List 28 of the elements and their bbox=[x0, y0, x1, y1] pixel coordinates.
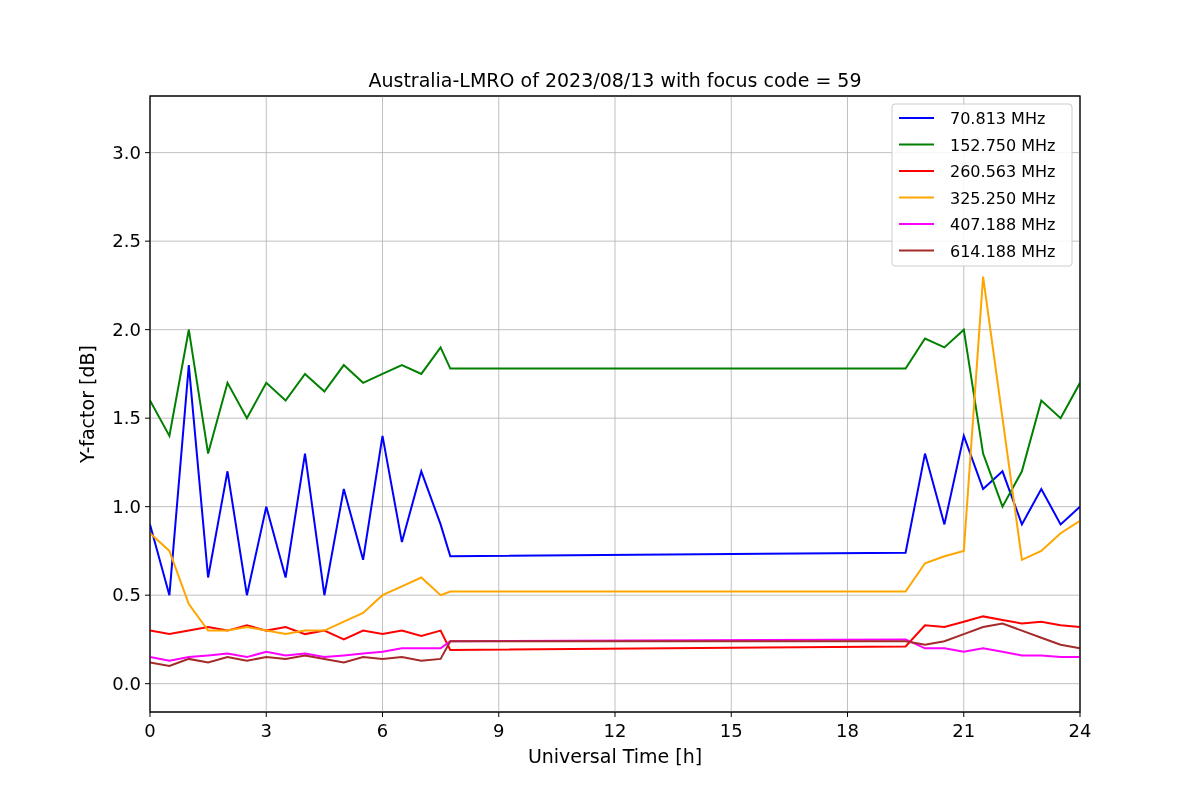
tick-label: 0.0 bbox=[112, 672, 141, 694]
legend-label: 614.188 MHz bbox=[950, 241, 1056, 261]
tick-label: 24 bbox=[1068, 720, 1092, 741]
tick-label: 2.0 bbox=[112, 318, 141, 340]
tick-label: 18 bbox=[836, 720, 859, 741]
legend-label: 407.188 MHz bbox=[950, 215, 1056, 234]
tick-label: 21 bbox=[952, 720, 976, 741]
legend-label: 70.813 MHz bbox=[950, 109, 1046, 128]
axis-label: Universal Time [h] bbox=[527, 745, 703, 767]
tick-label: 0.5 bbox=[112, 584, 141, 606]
legend-label: 260.563 MHz bbox=[950, 162, 1056, 181]
legend-label: 152.750 MHz bbox=[950, 135, 1056, 155]
tick-label: 1.0 bbox=[112, 495, 141, 517]
axis-label: Y-factor [dB] bbox=[76, 345, 98, 463]
tick-label: 12 bbox=[603, 720, 627, 741]
legend-label: 325.250 MHz bbox=[950, 188, 1056, 208]
tick-label: 2.5 bbox=[112, 230, 141, 252]
tick-label: 3 bbox=[260, 720, 272, 741]
tick-label: 15 bbox=[719, 720, 743, 741]
tick-label: 0 bbox=[144, 720, 156, 741]
chart-title: Australia-LMRO of 2023/08/13 with focus code = 59 bbox=[368, 69, 862, 91]
legend-swatch bbox=[898, 249, 935, 252]
tick-label: 6 bbox=[376, 720, 389, 741]
legend-swatch bbox=[898, 196, 935, 199]
tick-label: 1.5 bbox=[112, 407, 141, 429]
tick-label: 3.0 bbox=[112, 141, 141, 163]
tick-label: 9 bbox=[493, 720, 505, 741]
legend-swatch bbox=[898, 143, 935, 146]
